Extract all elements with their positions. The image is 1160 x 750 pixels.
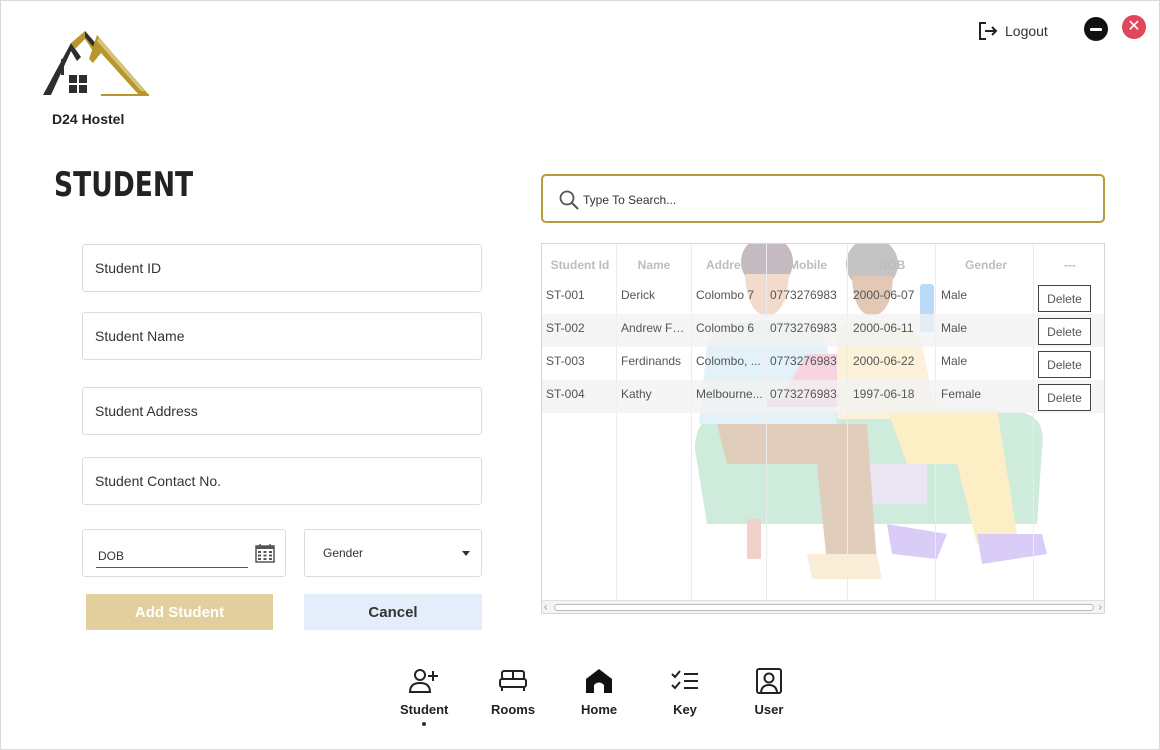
column-header[interactable]: Address	[700, 258, 760, 272]
column-header[interactable]: Gender	[956, 258, 1016, 272]
minimize-button[interactable]	[1084, 17, 1108, 41]
nav-label: User	[754, 702, 784, 717]
cell-gender: Male	[941, 354, 968, 368]
nav-student[interactable]: Student	[400, 665, 448, 717]
cell-dob: 1997-06-18	[853, 387, 915, 401]
chevron-down-icon	[462, 551, 470, 556]
nav-label: Rooms	[491, 702, 536, 717]
close-button[interactable]: ✕	[1122, 15, 1146, 39]
logout-icon	[979, 22, 998, 40]
nav-rooms[interactable]: Rooms	[491, 665, 535, 717]
student-contact-field[interactable]	[82, 457, 482, 505]
cell-student-id: ST-002	[546, 321, 585, 335]
cell-name: Derick	[621, 288, 656, 302]
nav-key[interactable]: Key	[669, 665, 701, 717]
cell-mobile: 0773276983	[770, 354, 837, 368]
cell-address: Colombo 7	[696, 288, 755, 302]
horizontal-scrollbar[interactable]: ‹ ›	[542, 600, 1104, 613]
cell-gender: Male	[941, 321, 968, 335]
hostel-logo-icon	[43, 31, 149, 96]
nav-user[interactable]: User	[753, 665, 785, 717]
cell-address: Colombo 6	[696, 321, 755, 335]
scroll-left-icon[interactable]: ‹	[544, 602, 547, 613]
search-icon	[559, 190, 579, 210]
column-header[interactable]: DOB	[862, 258, 922, 272]
column-header[interactable]: Mobile	[778, 258, 838, 272]
dob-field[interactable]	[96, 544, 248, 568]
delete-button[interactable]: Delete	[1038, 351, 1091, 378]
logout-button[interactable]: Logout	[977, 19, 1048, 43]
nav-label: Home	[581, 702, 618, 717]
search-input[interactable]	[583, 188, 1083, 212]
cell-student-id: ST-004	[546, 387, 585, 401]
cell-gender: Female	[941, 387, 982, 401]
add-user-icon	[409, 669, 439, 693]
dob-picker	[82, 529, 286, 577]
active-indicator	[422, 722, 426, 726]
gender-select[interactable]: Gender	[304, 529, 482, 577]
logout-label: Logout	[1005, 23, 1048, 39]
user-icon	[756, 668, 782, 694]
delete-button[interactable]: Delete	[1038, 318, 1091, 345]
cell-student-id: ST-003	[546, 354, 585, 368]
close-icon: ✕	[1127, 18, 1141, 35]
cell-address: Melbourne...	[696, 387, 763, 401]
cell-name: Ferdinands	[621, 354, 682, 368]
table-row[interactable]: ST-004 Kathy Melbourne... 0773276983 199…	[542, 380, 1104, 413]
cell-gender: Male	[941, 288, 968, 302]
checklist-icon	[671, 670, 698, 690]
cell-name: Kathy	[621, 387, 652, 401]
cancel-button[interactable]: Cancel	[304, 594, 482, 630]
home-icon	[586, 669, 613, 693]
search-bar	[541, 174, 1105, 223]
students-table: Student Id Name Address Mobile DOB Gende…	[541, 243, 1105, 614]
nav-home[interactable]: Home	[581, 665, 617, 717]
student-name-field[interactable]	[82, 312, 482, 360]
page-title: STUDENT	[54, 165, 194, 205]
cell-dob: 2000-06-22	[853, 354, 915, 368]
gender-select-value: Gender	[323, 546, 364, 560]
scrollbar-thumb[interactable]	[554, 604, 1094, 611]
cell-name: Andrew Fe...	[621, 321, 687, 335]
delete-button[interactable]: Delete	[1038, 384, 1091, 411]
column-header[interactable]: Student Id	[550, 258, 610, 272]
brand-name: D24 Hostel	[52, 111, 125, 127]
add-student-button[interactable]: Add Student	[86, 594, 273, 630]
table-row[interactable]: ST-002 Andrew Fe... Colombo 6 0773276983…	[542, 314, 1104, 347]
table-row[interactable]: ST-003 Ferdinands Colombo, ... 077327698…	[542, 347, 1104, 380]
column-header: ---	[1064, 258, 1076, 272]
table-row[interactable]: ST-001 Derick Colombo 7 0773276983 2000-…	[542, 281, 1104, 314]
cell-mobile: 0773276983	[770, 321, 837, 335]
nav-label: Key	[673, 702, 697, 717]
table-header: Student Id Name Address Mobile DOB Gende…	[542, 252, 1104, 280]
cell-address: Colombo, ...	[696, 354, 761, 368]
cell-dob: 2000-06-11	[853, 321, 914, 335]
cell-student-id: ST-001	[546, 288, 585, 302]
student-id-field[interactable]	[82, 244, 482, 292]
delete-button[interactable]: Delete	[1038, 285, 1091, 312]
cell-mobile: 0773276983	[770, 387, 837, 401]
bed-icon	[499, 670, 528, 691]
cell-dob: 2000-06-07	[853, 288, 915, 302]
student-address-field[interactable]	[82, 387, 482, 435]
column-header[interactable]: Name	[624, 258, 684, 272]
scroll-right-icon[interactable]: ›	[1099, 602, 1102, 613]
app-window: D24 Hostel Logout ✕ STUDENT G	[0, 0, 1160, 750]
cell-mobile: 0773276983	[770, 288, 837, 302]
calendar-icon[interactable]	[255, 544, 275, 563]
nav-label: Student	[400, 702, 449, 717]
